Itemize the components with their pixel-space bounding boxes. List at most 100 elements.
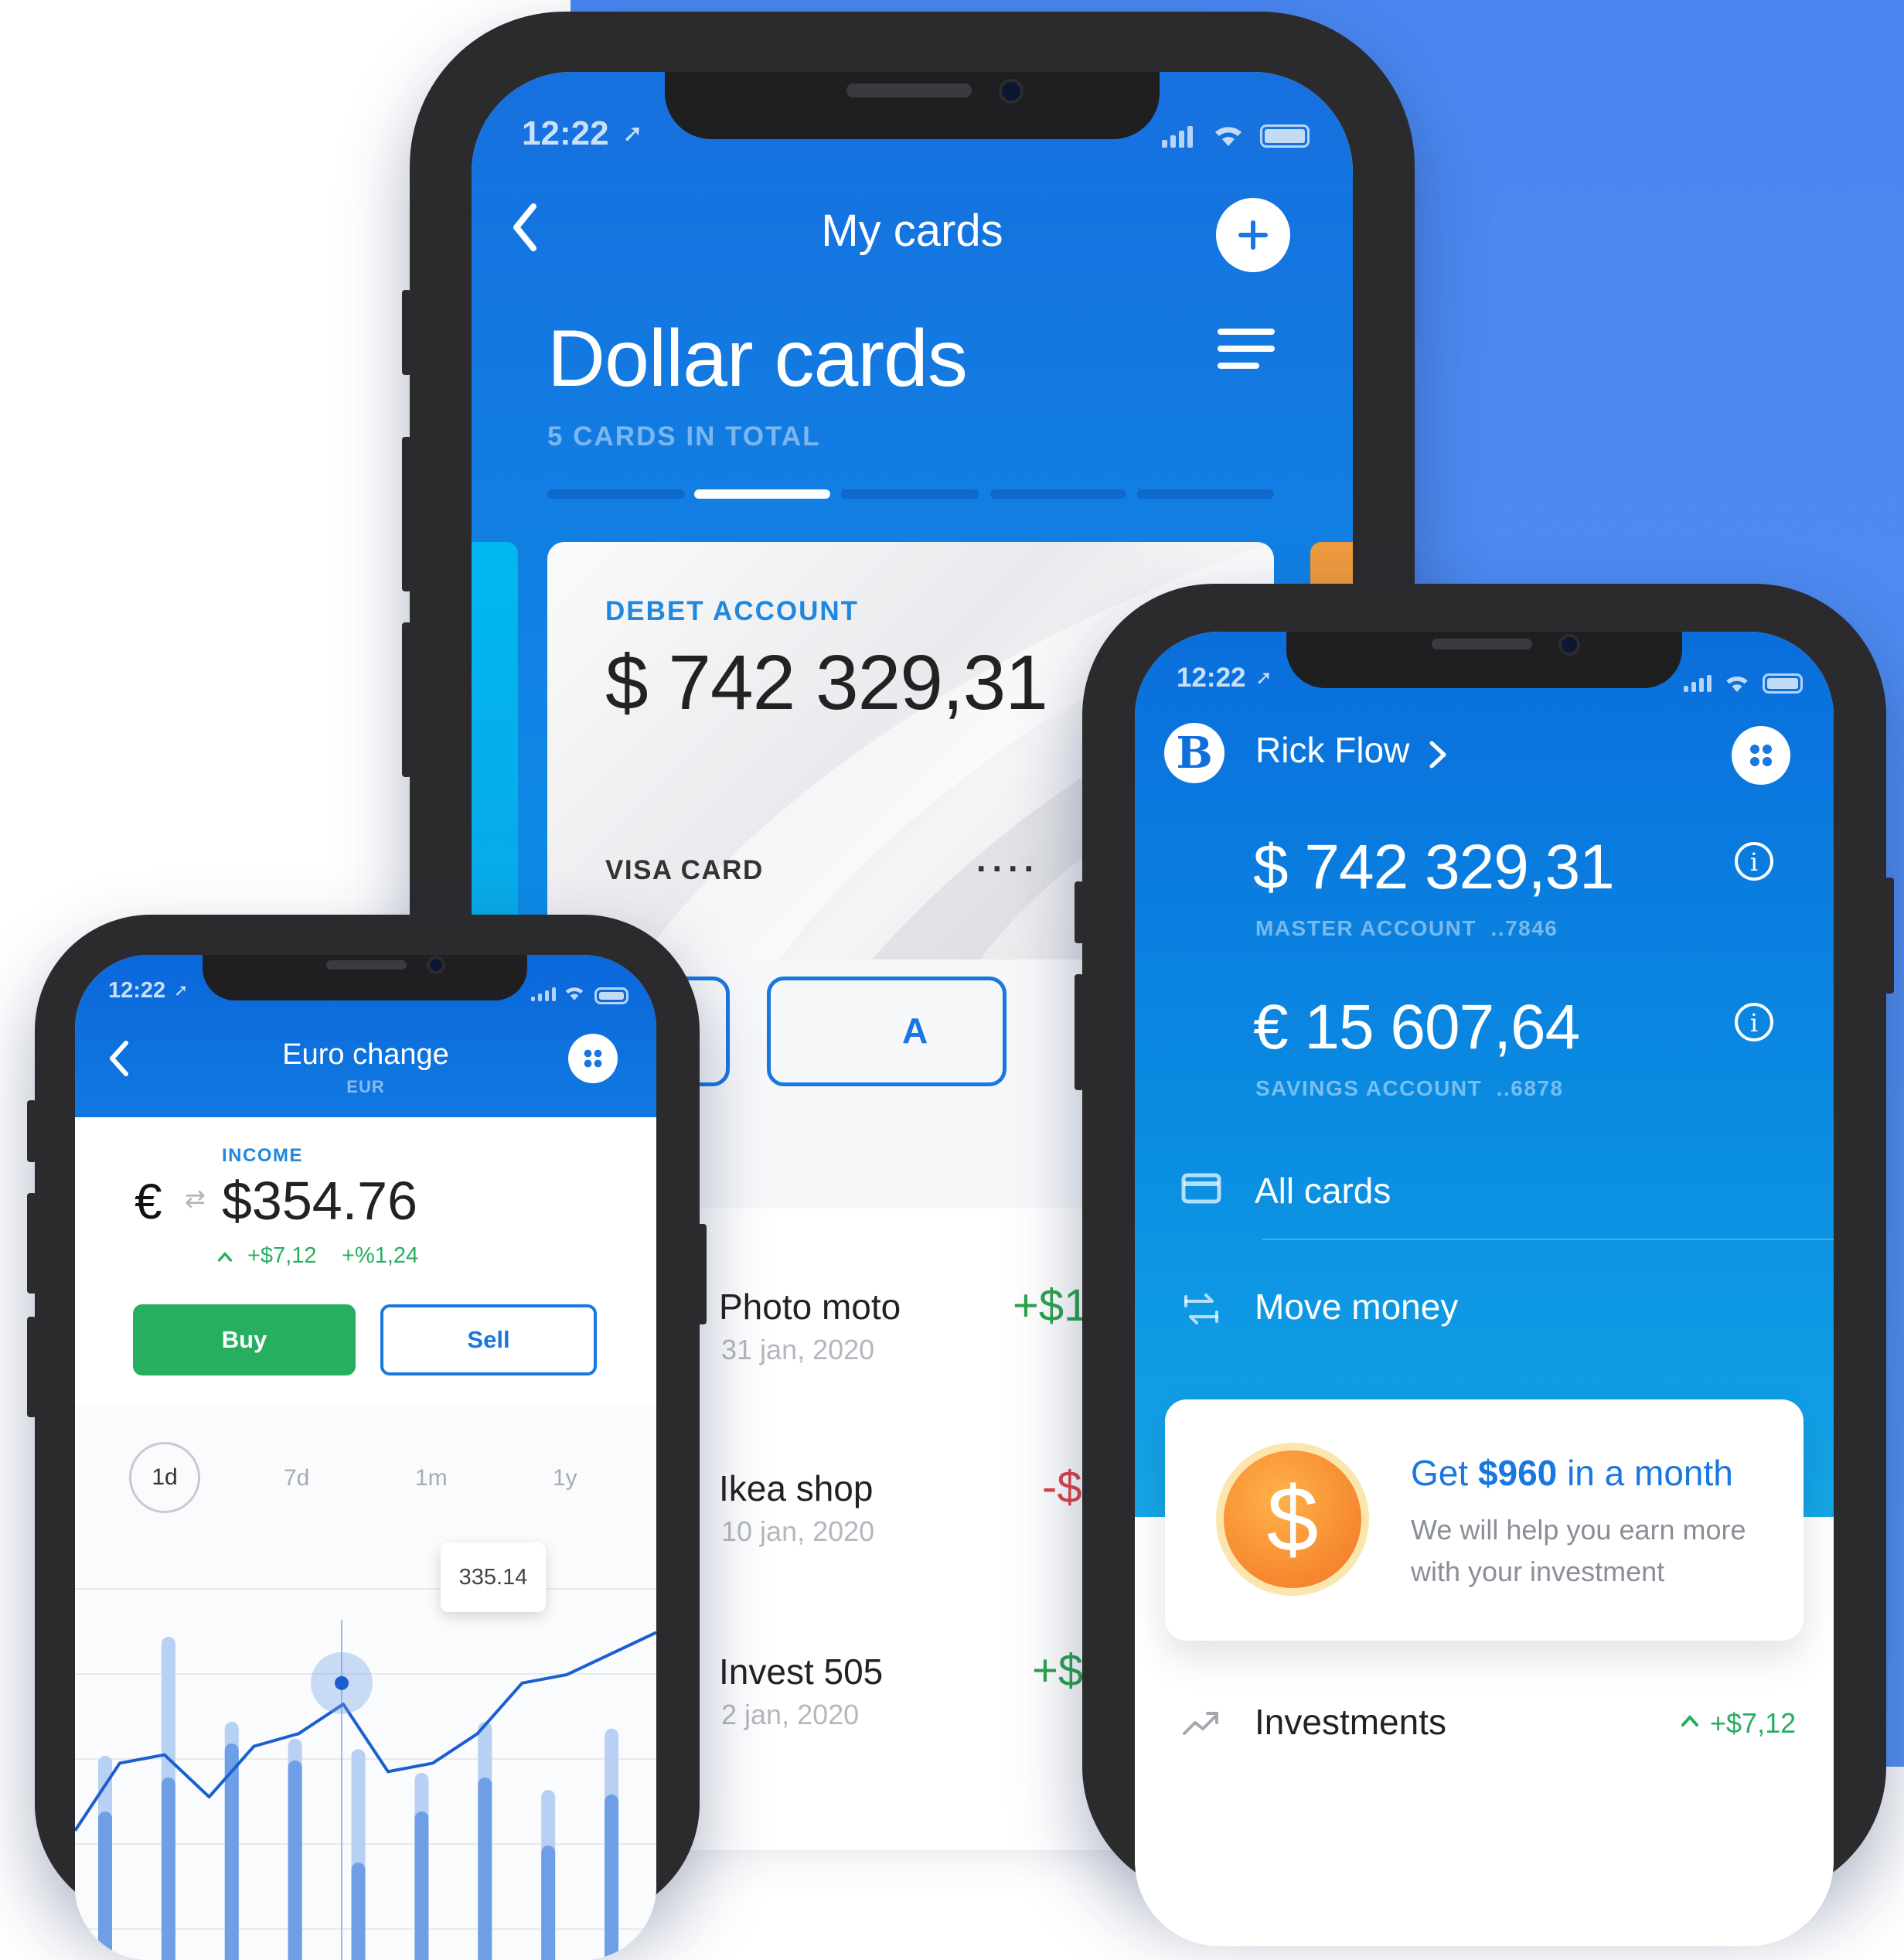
status-time: 12:22 [522,114,609,152]
phone-notch [665,72,1160,139]
phone-notch [1286,632,1682,688]
menu-item-move-money[interactable]: Move money [1135,1258,1834,1351]
period-tab-1m[interactable]: 1m [415,1465,448,1491]
income-label: INCOME [222,1145,303,1166]
promo-body-line1: We will help you earn more [1411,1514,1746,1546]
transaction-date: 2 jan, 2020 [721,1699,860,1730]
account-number: ..6878 [1496,1076,1564,1100]
savings-account-label: SAVINGS ACCOUNT ..6878 [1255,1076,1564,1101]
exchange-arrows-icon: ⇄ [185,1185,206,1212]
info-icon[interactable]: i [1735,842,1773,881]
account-label-text: SAVINGS ACCOUNT [1255,1076,1483,1100]
second-action-button[interactable]: A [767,977,1006,1086]
section-title: Dollar cards [547,314,968,404]
master-account-label: MASTER ACCOUNT ..7846 [1255,916,1558,941]
transaction-amount: +$ [1032,1645,1084,1696]
change-absolute: +$7,12 [247,1243,317,1268]
account-label-text: MASTER ACCOUNT [1255,916,1477,940]
transfer-arrows-icon [1184,1294,1218,1324]
transaction-name: Ikea shop [719,1468,874,1508]
sell-button[interactable]: Sell [380,1304,597,1375]
chart-bar [541,1846,556,1960]
chart-bar [605,1795,619,1960]
transaction-date: 31 jan, 2020 [721,1334,875,1365]
master-account-amount: $ 742 329,31 [1253,832,1615,902]
menu-item-all-cards[interactable]: All cards [1135,1142,1834,1235]
add-card-button[interactable] [1216,198,1290,272]
promo-card[interactable]: $ Get $960 in a month We will help you e… [1165,1399,1804,1641]
signal-icon [1684,675,1715,694]
income-amount: $354.76 [222,1171,418,1231]
location-arrow-icon: ➚ [622,119,643,147]
period-tab-1d[interactable]: 1d [129,1442,200,1513]
bank-logo: B [1164,723,1224,783]
period-tab-1y[interactable]: 1y [553,1465,577,1491]
chart-tooltip: 335.14 [441,1542,546,1612]
promo-title: Get $960 in a month [1411,1453,1733,1493]
user-name[interactable]: Rick Flow [1255,729,1409,771]
grid-dots-icon [584,1049,602,1068]
sell-button-label: Sell [467,1326,510,1353]
investments-row[interactable]: Investments +$7,12 [1135,1679,1834,1764]
chart-bar [478,1778,492,1960]
chart-bar [98,1812,112,1960]
account-number: ..7846 [1490,916,1558,940]
card-icon [1181,1173,1221,1204]
period-tab-7d[interactable]: 7d [284,1465,309,1491]
euro-screen: 12:22 ➚ Euro change EUR INCOME € ⇄ $354.… [75,955,656,1960]
phone-notch [203,955,527,1000]
battery-icon [1260,124,1310,148]
investments-change: +$7,12 [1710,1707,1797,1739]
card-type-label: DEBET ACCOUNT [605,596,860,626]
euro-symbol: € [135,1174,162,1229]
battery-icon [1763,673,1803,694]
account-header-bg [1135,632,1834,1517]
chart-bar [414,1812,429,1960]
cards-count: 5 CARDS IN TOTAL [547,421,821,452]
apps-grid-button[interactable] [1732,726,1790,785]
phone-euro-change: 12:22 ➚ Euro change EUR INCOME € ⇄ $354.… [27,915,707,1960]
transaction-date: 10 jan, 2020 [721,1515,875,1547]
battery-icon [594,987,628,1004]
chart-bar [161,1778,175,1960]
menu-lines-icon[interactable] [1218,327,1275,370]
grid-dots-icon [1750,745,1772,766]
info-icon[interactable]: i [1735,1003,1773,1041]
buy-button[interactable]: Buy [133,1304,356,1375]
arrow-up-icon [217,1252,233,1262]
change-percent: +%1,24 [342,1243,419,1268]
coin-icon: $ [1216,1443,1369,1596]
second-action-label: A [902,1011,928,1051]
signal-icon [1162,126,1196,149]
card-number-mask: .... [976,840,1041,879]
phone-account: 12:22 ➚ B Rick Flow $ 742 329,31 MASTER … [1075,584,1894,1946]
status-time: 12:22 [108,978,166,1003]
arrow-up-icon [1681,1715,1698,1727]
chevron-right-icon[interactable] [1429,740,1447,769]
card-amount: $ 742 329,31 [605,639,1048,726]
plus-icon [1238,220,1268,250]
chart-bar [288,1761,302,1960]
buy-button-label: Buy [221,1326,267,1353]
transaction-amount: +$1 [1013,1280,1089,1331]
location-arrow-icon: ➚ [174,980,189,1000]
price-chart[interactable] [75,1527,656,1960]
transaction-amount: -$ [1042,1462,1082,1512]
signal-icon [531,987,559,1003]
menu-divider [1262,1239,1834,1240]
transaction-name: Invest 505 [719,1652,884,1692]
wifi-icon [565,987,584,1000]
location-arrow-icon: ➚ [1255,666,1272,689]
savings-account-amount: € 15 607,64 [1253,992,1580,1062]
menu-item-label: All cards [1255,1171,1391,1211]
chart-bar [351,1863,366,1960]
apps-grid-button[interactable] [568,1034,618,1083]
investments-label: Investments [1255,1702,1446,1742]
account-screen: 12:22 ➚ B Rick Flow $ 742 329,31 MASTER … [1135,632,1834,1946]
card-network: VISA CARD [605,855,764,885]
wifi-icon [1215,127,1242,146]
promo-body-line2: with your investment [1411,1556,1665,1587]
chart-selected-point[interactable] [335,1675,349,1690]
card-pager[interactable] [547,489,1274,499]
wifi-icon [1726,676,1748,692]
